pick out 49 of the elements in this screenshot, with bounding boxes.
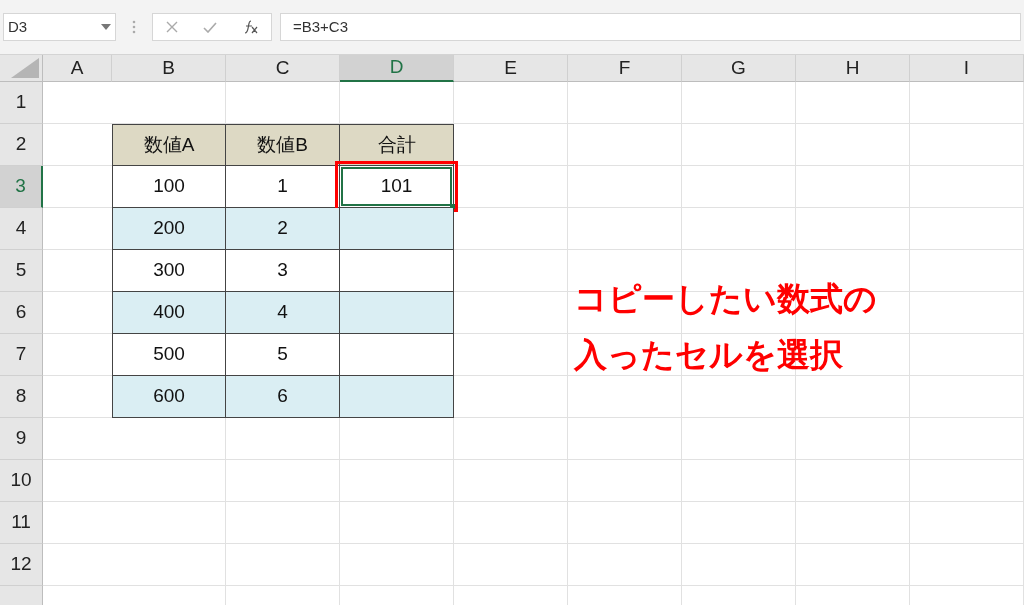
table-cell[interactable]: [340, 250, 454, 292]
name-box[interactable]: D3: [3, 13, 116, 41]
table-cell[interactable]: 6: [226, 376, 340, 418]
table-cell[interactable]: [340, 334, 454, 376]
table-cell[interactable]: [340, 376, 454, 418]
table-cell[interactable]: 3: [226, 250, 340, 292]
table-cell[interactable]: 400: [112, 292, 226, 334]
table-cell[interactable]: 600: [112, 376, 226, 418]
row-header[interactable]: 3: [0, 166, 43, 208]
annotation-text: 入ったセルを選択: [574, 335, 844, 375]
row-header[interactable]: 2: [0, 124, 43, 166]
column-header[interactable]: H: [796, 55, 910, 82]
table-cell[interactable]: [340, 292, 454, 334]
column-header[interactable]: I: [910, 55, 1024, 82]
table-cell[interactable]: [340, 208, 454, 250]
grip-icon: [132, 20, 136, 34]
annotation-text: コピーしたい数式の: [574, 279, 877, 319]
column-header[interactable]: A: [43, 55, 112, 82]
function-icon[interactable]: [242, 19, 259, 35]
header-cell[interactable]: 合計: [340, 124, 454, 166]
row-header[interactable]: 7: [0, 334, 43, 376]
formula-field[interactable]: =B3+C3: [280, 13, 1021, 41]
row-header[interactable]: 1: [0, 82, 43, 124]
header-cell[interactable]: 数値A: [112, 124, 226, 166]
row-header[interactable]: 5: [0, 250, 43, 292]
column-header[interactable]: F: [568, 55, 682, 82]
row-header[interactable]: 12: [0, 544, 43, 586]
caret-icon: [101, 24, 111, 30]
table-cell[interactable]: 500: [112, 334, 226, 376]
row-header[interactable]: 8: [0, 376, 43, 418]
column-header[interactable]: E: [454, 55, 568, 82]
table-cell[interactable]: 5: [226, 334, 340, 376]
column-header[interactable]: D: [340, 55, 454, 82]
check-icon[interactable]: [203, 21, 217, 33]
column-header[interactable]: C: [226, 55, 340, 82]
table-cell[interactable]: 4: [226, 292, 340, 334]
row-header[interactable]: 9: [0, 418, 43, 460]
column-header[interactable]: G: [682, 55, 796, 82]
table-cell[interactable]: 2: [226, 208, 340, 250]
header-cell[interactable]: 数値B: [226, 124, 340, 166]
table-cell[interactable]: 1: [226, 166, 340, 208]
row-header[interactable]: 4: [0, 208, 43, 250]
row-header[interactable]: 6: [0, 292, 43, 334]
table-cell[interactable]: 200: [112, 208, 226, 250]
row-header[interactable]: 10: [0, 460, 43, 502]
table-cell[interactable]: 100: [112, 166, 226, 208]
row-header[interactable]: 11: [0, 502, 43, 544]
table-cell[interactable]: 300: [112, 250, 226, 292]
column-header[interactable]: B: [112, 55, 226, 82]
